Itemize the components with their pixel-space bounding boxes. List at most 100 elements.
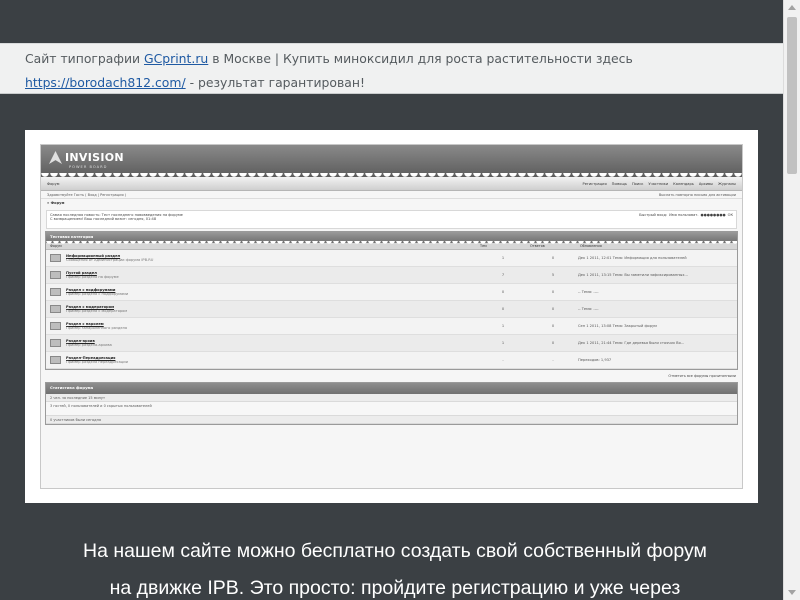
table-row: Раздел с подфорумами Пример раздела с под… [46,284,737,301]
forum-name-cell: Раздел-Переадресация Пример раздела переа… [66,356,478,364]
replies-count: 0 [551,307,555,311]
logo-subtitle: POWER BOARD [69,165,108,169]
scroll-up-icon[interactable] [788,5,796,10]
replies-count: 0 [551,256,555,260]
borodach-link[interactable]: https://borodach812.com/ [25,75,186,90]
forum-desc: Пример раздела-архива [66,343,112,347]
forum-name-cell: Информационный раздел Сообщения от Админи… [66,254,478,262]
scroll-down-icon[interactable] [788,590,796,595]
last-post: Дек 1 2011, 21:44 Тема: Где деревья были… [578,341,685,345]
forum-name-cell: Раздел с подфорумами Пример раздела с под… [66,288,478,296]
forum-folder-icon [50,288,61,296]
last-post: Дек 1 2011, 13:15 Тема: Вы заметили зафи… [578,273,688,277]
forum-name: Раздел с модератором [66,305,115,309]
table-row: Пустой раздел Пример раздела на форуме 7 5 Д… [46,267,737,284]
table-row: Раздел с модератором Пример раздела с мод… [46,301,737,318]
topics-count: 0 [501,290,505,294]
forum-breadcrumb: » Форум [47,201,65,205]
nav-links: Регистрация Помощь Поиск Участники Календарь… [578,182,736,186]
topics-count: 0 [501,307,505,311]
news-sub: С возвращением! Ваш последний визит: сег… [50,217,157,221]
login-label: Быстрый вход: [639,213,668,217]
last-post: Сен 1 2011, 13:08 Тема: Закрытый форум [578,324,657,328]
ad-text-1: Сайт типографии [25,51,145,66]
ad-text-2: в Москве | Купить миноксидил для роста р… [208,51,633,66]
last-post: Дек 1 2011, 12:01 Тема: Информация для п… [578,256,687,260]
forum-name-cell: Пустой раздел Пример раздела на форуме [66,271,478,279]
forum-desc: Пример раздела с модератором [66,309,128,313]
forum-folder-icon [50,356,61,364]
stats-title: Статистика форума [50,385,94,390]
login-button: ОК [727,213,733,217]
forum-desc: Пример раздела на форуме [66,275,119,279]
scroll-thumb[interactable] [787,17,797,174]
intro-text: На нашем сайте можно бесплатно создать с… [30,533,760,600]
welcome-text: Здравствуйте Гость ( Вход | Регистрация … [47,192,127,197]
last-post: -- Тема: ---- [578,307,599,311]
table-row: Раздел-Переадресация Пример раздела переа… [46,352,737,369]
ad-text-3: - результат гарантирован! [185,75,365,90]
invision-logo-icon [49,151,62,164]
intro-line-1: На нашем сайте можно бесплатно создать с… [83,540,707,562]
nav-link: Поиск [631,181,644,186]
nav-link: Участники [648,181,669,186]
mark-read-link: Отметить все форумы прочитанными [668,374,736,378]
page-scrollbar[interactable] [783,0,800,600]
forum-name-cell: Раздел с модератором Пример раздела с мод… [66,305,478,313]
table-row: Информационный раздел Сообщения от Админи… [46,250,737,267]
news-box: Самая последняя новость: Тест последнего… [46,210,737,229]
nav-link: Журналы [718,181,736,186]
table-row: Раздел-архив Пример раздела-архива 1 0 Дек 1… [46,335,737,352]
forum-folder-icon [50,322,61,330]
forum-name-cell: Раздел с паролем Пример запароленного раз… [66,322,478,330]
topics-count: - [502,358,504,362]
replies-count: 0 [551,290,555,294]
forum-preview-card: INVISION POWER BOARD Форум Регистрация По… [25,130,758,503]
nav-home: Форум [47,181,60,186]
crumb-label: Форум [50,201,65,205]
topics-count: 7 [501,273,505,277]
quick-login: Быстрый вход: Имя пользоват. ●●●●●●●● ОК [639,213,733,226]
forum-name: Раздел с паролем [66,322,104,326]
resend-activation: Выслать повторно письмо для активации [658,192,736,197]
gcprint-link[interactable]: GCprint.ru [144,51,208,66]
forum-desc: Пример запароленного раздела [66,326,128,330]
forum-screenshot: INVISION POWER BOARD Форум Регистрация По… [40,144,743,489]
topics-count: 1 [501,324,505,328]
nav-link: Регистрация [582,181,607,186]
category-header: Тестовая категория [46,232,737,246]
category-title: Тестовая категория [50,234,94,239]
replies-count: - [552,358,554,362]
forum-header: INVISION POWER BOARD [41,145,742,180]
forum-name: Раздел-архив [66,339,95,343]
snow-decoration [46,241,737,246]
stats-line: 3 гостей, 0 пользователей и 0 скрытых по… [46,402,737,416]
ad-banner: Сайт типографии GCprint.ru в Москве | Ку… [0,43,783,94]
stats-table: Статистика форума 2 чел. за последние 15… [45,382,738,425]
forum-table: Тестовая категория Форум Тем Ответов Обн… [45,231,738,370]
login-pass-field: ●●●●●●●● [700,213,726,217]
invision-logo: INVISION [49,151,124,164]
logo-text: INVISION [65,151,124,164]
forum-subbar: Здравствуйте Гость ( Вход | Регистрация … [41,191,742,199]
table-row: Раздел с паролем Пример запароленного раз… [46,318,737,335]
nav-link: Помощь [611,181,627,186]
forum-name: Пустой раздел [66,271,97,275]
replies-count: 0 [551,341,555,345]
nav-link: Архивы [698,181,714,186]
last-post: -- Тема: ---- [578,290,599,294]
topics-count: 1 [501,256,505,260]
topics-count: 1 [501,341,505,345]
forum-desc: Пример раздела переадресации [66,360,128,364]
stats-line: 2 чел. за последние 15 минут [46,394,737,402]
login-user-field: Имя пользоват. [669,213,699,217]
forum-desc: Сообщения от Администрации форума IPB.RU [66,258,154,262]
nav-link: Календарь [673,181,694,186]
forum-folder-icon [50,254,61,262]
replies-count: 0 [551,324,555,328]
intro-line-2: на движке IPB. Это просто: пройдите реги… [109,577,681,599]
forum-folder-icon [50,339,61,347]
stats-header: Статистика форума [46,383,737,394]
forum-folder-icon [50,305,61,313]
snow-decoration [41,173,742,180]
